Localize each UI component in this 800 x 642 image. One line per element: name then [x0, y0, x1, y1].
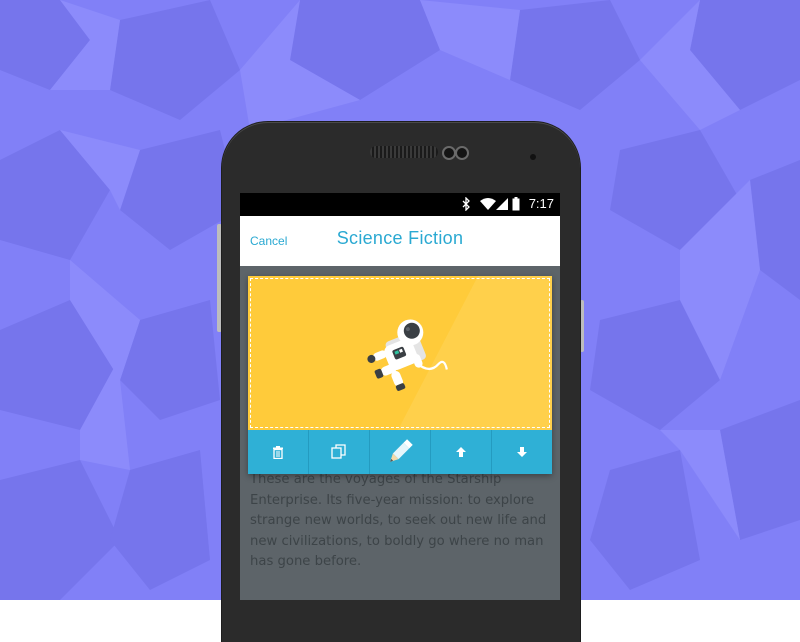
phone-camera-2 [455, 146, 469, 160]
body-text: These are the voyages of the Starship En… [250, 472, 547, 569]
wifi-icon [480, 198, 496, 210]
signal-icon [496, 198, 508, 210]
astronaut-icon [367, 319, 448, 391]
duplicate-button[interactable] [309, 430, 370, 474]
arrow-down-icon [517, 447, 527, 457]
phone-camera-1 [442, 146, 456, 160]
move-down-button[interactable] [492, 430, 552, 474]
status-time: 7:17 [528, 196, 554, 211]
arrow-up-icon [456, 447, 466, 457]
image-block[interactable] [248, 276, 552, 474]
move-up-button[interactable] [431, 430, 492, 474]
page-title: Science Fiction [336, 228, 464, 248]
phone-speaker [370, 146, 438, 158]
status-bar: 7:17 [240, 193, 560, 216]
phone-side-button-right [580, 300, 584, 352]
edit-button[interactable] [370, 430, 431, 474]
delete-button[interactable] [248, 430, 309, 474]
image-toolbar [248, 430, 552, 474]
bluetooth-icon [462, 197, 470, 211]
copy-icon [331, 444, 346, 459]
phone-sensor [530, 154, 536, 160]
battery-icon [512, 197, 520, 211]
app-bar: Cancel Science Fiction [240, 216, 560, 266]
trash-icon [273, 445, 283, 459]
phone-screen: 7:17 Cancel Science Fiction These are th… [240, 193, 560, 600]
image-area[interactable] [248, 276, 552, 430]
pencil-icon [390, 439, 413, 462]
